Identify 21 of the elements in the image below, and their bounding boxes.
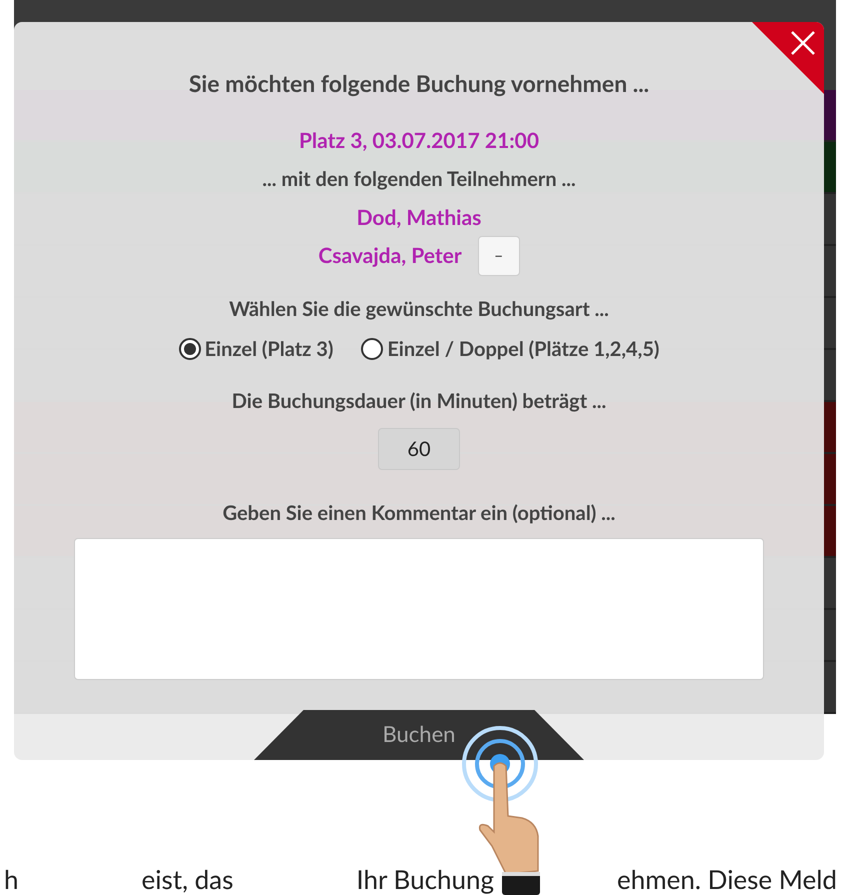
radio-button[interactable] <box>361 338 384 360</box>
participant-name: Dod, Mathias <box>356 204 482 232</box>
booking-type-option[interactable]: Einzel (Platz 3) <box>178 334 334 364</box>
remove-participant-button[interactable]: – <box>478 236 520 276</box>
radio-button[interactable] <box>178 338 201 360</box>
dialog-title: Sie möchten folgende Buchung vornehmen ... <box>188 68 650 99</box>
caption-text: ehmen. Diese Meld <box>617 862 837 895</box>
caption-text: Ihr Buchung <box>356 862 494 895</box>
caption-text: h <box>4 862 19 895</box>
duration-field[interactable]: 60 <box>378 428 460 470</box>
booking-type-option[interactable]: Einzel / Doppel (Plätze 1,2,4,5) <box>361 334 660 364</box>
comment-field[interactable] <box>74 538 764 680</box>
participant-name: Csavajda, Peter <box>318 242 462 270</box>
close-icon <box>790 30 816 56</box>
booking-summary: Platz 3, 03.07.2017 21:00 <box>298 126 540 154</box>
comment-label: Geben Sie einen Kommentar ein (optional) ... <box>222 500 616 527</box>
booking-type-label: Wählen Sie die gewünschte Buchungsart ... <box>229 296 609 323</box>
caption-text: eist, das <box>142 862 234 895</box>
duration-label: Die Buchungsdauer (in Minuten) beträgt ... <box>232 388 606 415</box>
participants-label: ... mit den folgenden Teilnehmern ... <box>262 166 576 193</box>
book-button[interactable]: Buchen <box>254 710 584 760</box>
